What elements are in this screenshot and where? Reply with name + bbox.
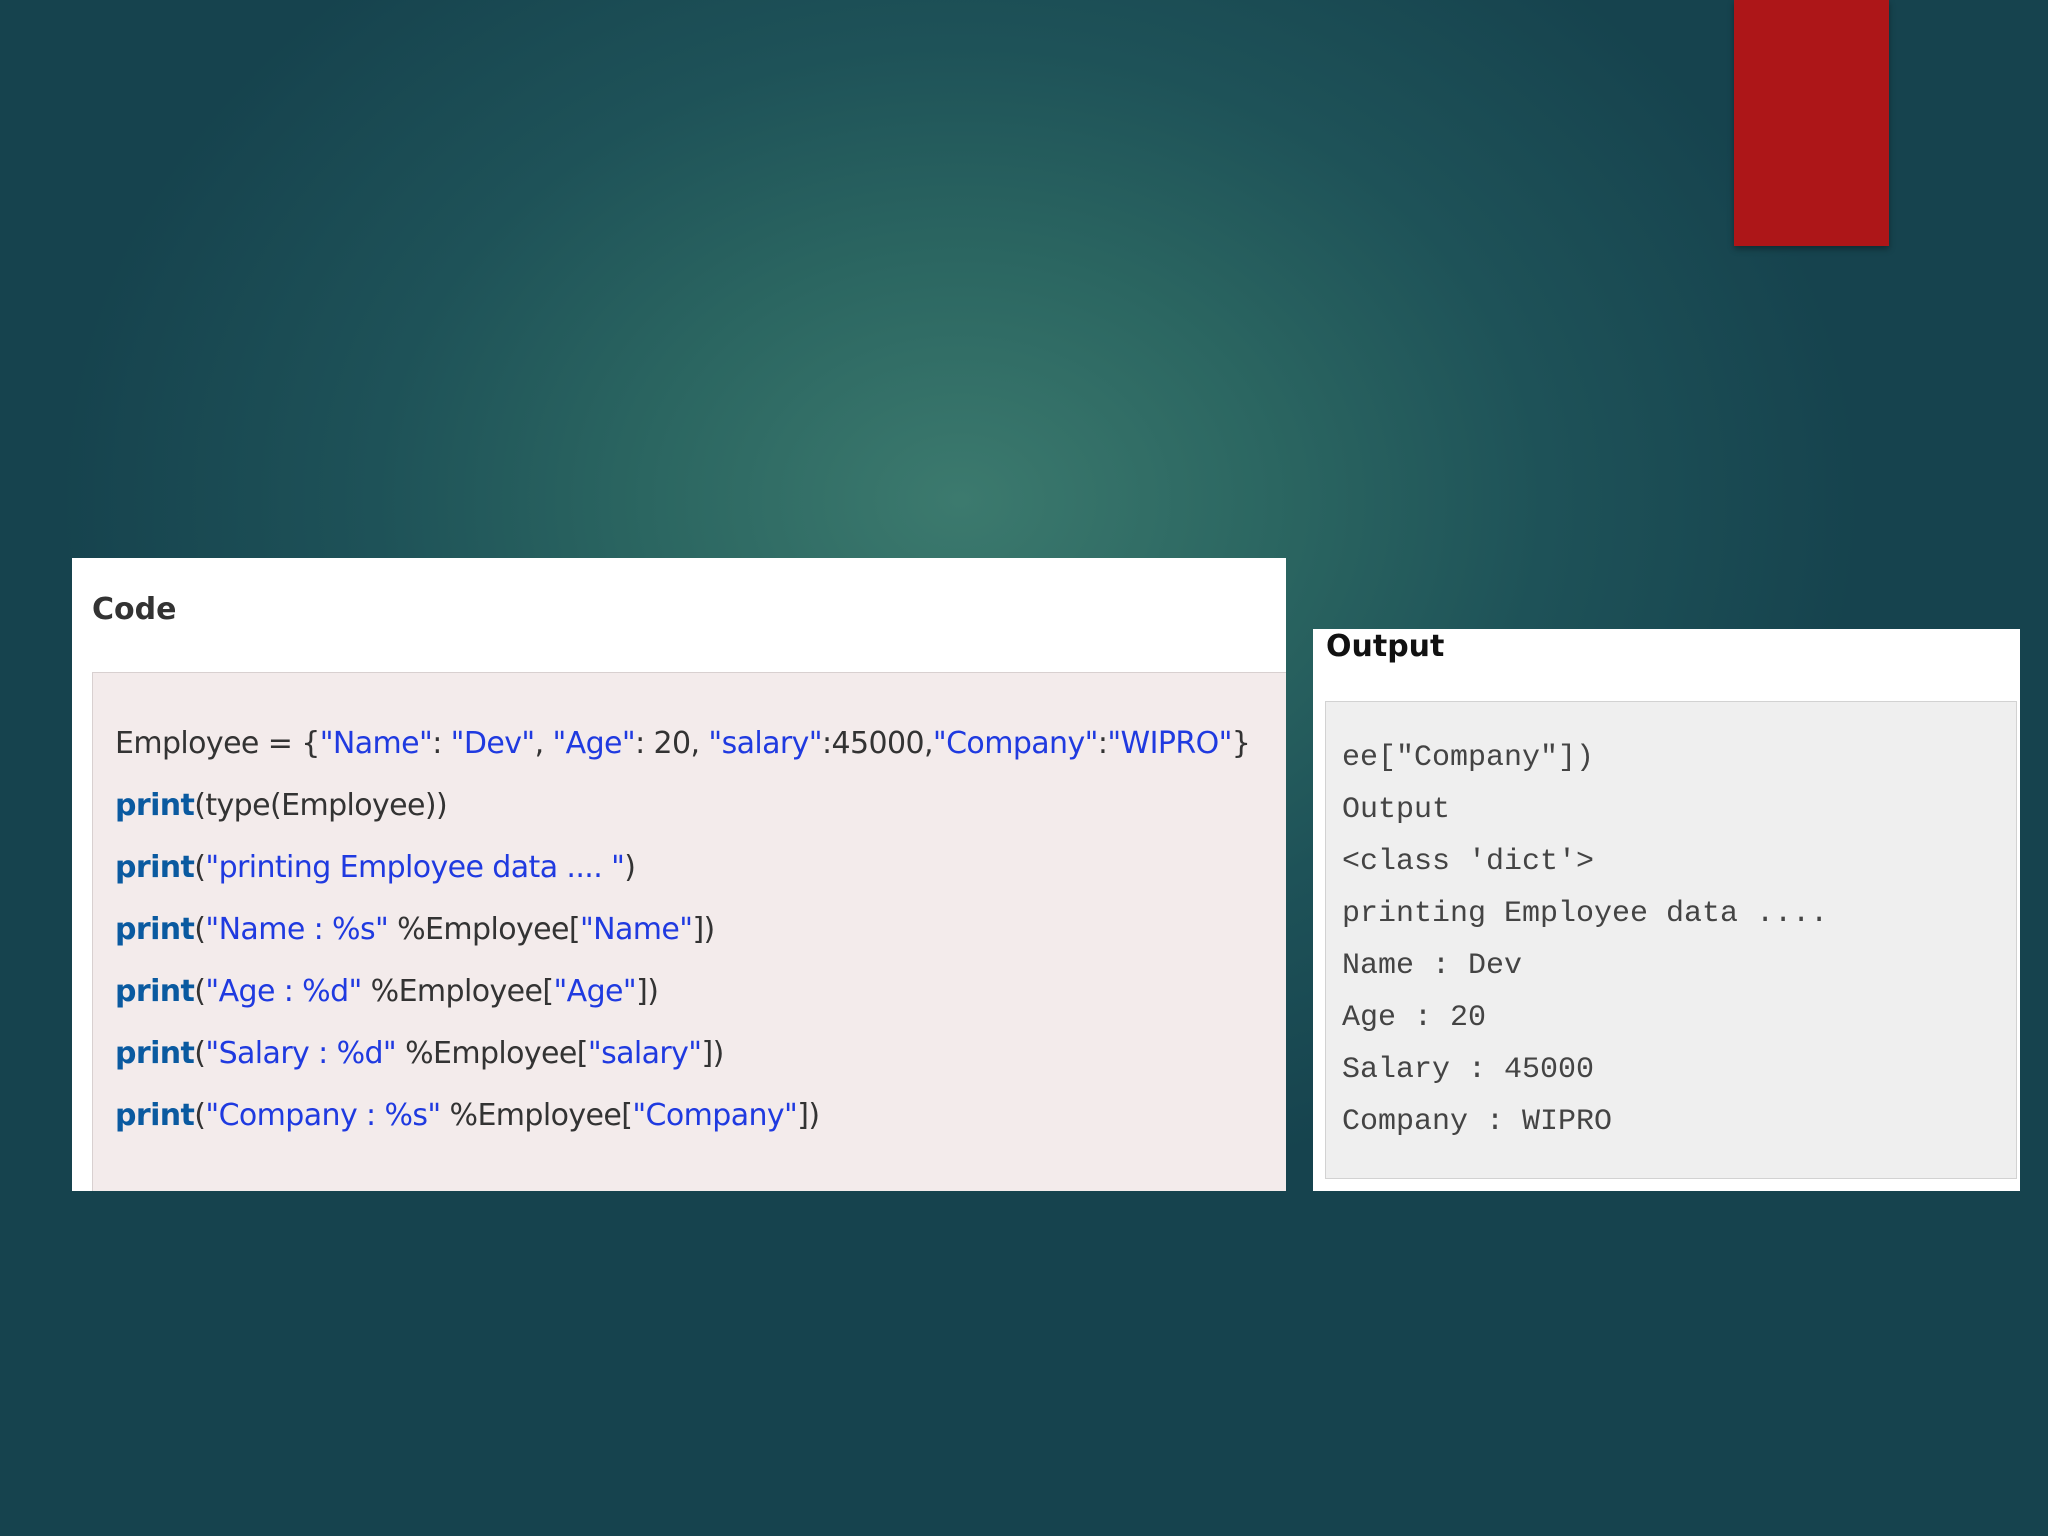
code-keyword: print [115,912,195,947]
code-string: "Company" [932,726,1099,761]
red-accent-tab [1734,0,1889,246]
code-line: print("Name : %s" %Employee["Name"]) [115,899,1250,961]
code-text: , [534,726,553,761]
code-keyword: print [115,788,195,823]
code-string: "salary" [708,726,822,761]
output-panel: Output ee["Company"]) Output <class 'dict'… [1313,629,2020,1191]
code-keyword: print [115,974,195,1009]
code-string: "Name" [579,912,693,947]
code-text: } [1231,726,1251,761]
code-string: "printing Employee data .... " [205,850,625,885]
code-string: "Company" [632,1098,798,1133]
code-line: print(type(Employee)) [115,775,1250,837]
code-text: ( [194,912,206,947]
code-text: ]) [636,974,659,1009]
code-string: "Dev" [450,726,536,761]
code-text: ( [194,1036,206,1071]
code-text: (type(Employee)) [194,788,448,823]
output-line: <class 'dict'> [1342,845,1595,879]
slide: Code Employee = {"Name": "Dev", "Age": 2… [0,0,2048,1536]
code-panel-title: Code [92,592,177,627]
code-string: "Salary : %d" [205,1036,397,1071]
code-text: ) [624,850,636,885]
output-line: Age : 20 [1342,1001,1487,1035]
code-line: print("Company : %s" %Employee["Company"… [115,1085,1250,1147]
code-string: "Age : %d" [205,974,362,1009]
output-line: Company : WIPRO [1342,1105,1613,1139]
code-text: Employee = { [115,726,320,761]
code-string: "Name" [319,726,433,761]
code-string: "Age" [553,974,637,1009]
output-line: Salary : 45000 [1342,1053,1595,1087]
code-string: "Name : %s" [205,912,389,947]
code-text: ]) [701,1036,725,1071]
output-lines: ee["Company"]) Output <class 'dict'> printi… [1342,732,1828,1148]
code-text: %Employee[ [440,1098,633,1133]
code-block: Employee = {"Name": "Dev", "Age": 20, "s… [92,672,1286,1191]
code-keyword: print [115,850,195,885]
code-text: ( [194,974,206,1009]
output-line: Name : Dev [1342,949,1523,983]
code-line: print("printing Employee data .... ") [115,837,1250,899]
output-block: ee["Company"]) Output <class 'dict'> printi… [1325,701,2017,1179]
code-text: : [432,726,451,761]
code-text: : [1097,726,1108,761]
code-panel: Code Employee = {"Name": "Dev", "Age": 2… [72,558,1286,1191]
code-text: %Employee[ [361,974,554,1009]
code-text: ]) [797,1098,820,1133]
code-line: Employee = {"Name": "Dev", "Age": 20, "s… [115,713,1251,775]
output-line: Output [1342,793,1451,827]
output-line: ee["Company"]) [1342,741,1595,775]
code-lines: Employee = {"Name": "Dev", "Age": 20, "s… [115,713,1251,1147]
code-string: "Company : %s" [205,1098,441,1133]
code-text: %Employee[ [388,912,580,947]
code-keyword: print [115,1098,195,1133]
output-line: printing Employee data .... [1342,897,1829,931]
code-line: print("Salary : %d" %Employee["salary"]) [115,1023,1250,1085]
code-text: ( [194,850,206,885]
code-text: : 20, [635,726,709,761]
code-line: print("Age : %d" %Employee["Age"]) [115,961,1250,1023]
code-text: :45000, [822,726,933,761]
code-keyword: print [115,1036,195,1071]
code-text: %Employee[ [396,1036,588,1071]
code-string: "WIPRO" [1107,726,1232,761]
code-string: "salary" [587,1036,702,1071]
code-text: ]) [692,912,715,947]
code-text: ( [194,1098,206,1133]
code-string: "Age" [552,726,636,761]
output-panel-title: Output [1326,629,1445,664]
